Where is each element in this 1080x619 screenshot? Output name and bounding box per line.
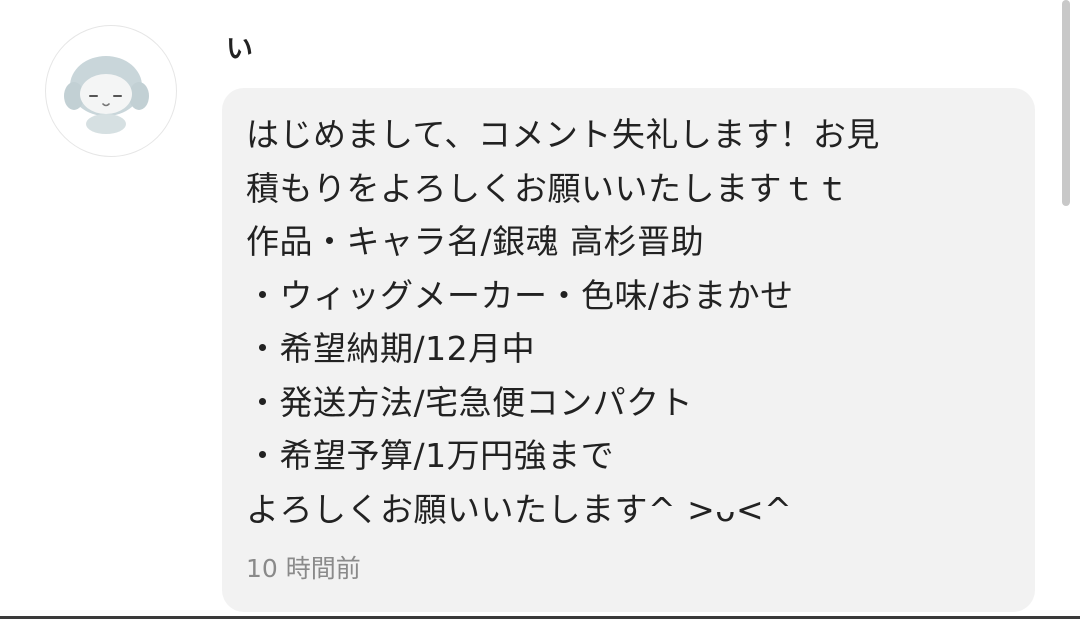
message-line: ・希望納期/12月中 xyxy=(246,329,536,368)
message-line: ・希望予算/1万円強まで xyxy=(246,436,615,475)
username[interactable]: い xyxy=(226,30,253,70)
message-line: 積もりをよろしくお願いいたしますｔｔ xyxy=(246,168,849,208)
comment-timestamp: 10 時間前 xyxy=(246,554,361,583)
message-line: ・発送方法/宅急便コンパクト xyxy=(246,382,694,422)
message-line: 作品・キャラ名/銀魂 高杉晋助 xyxy=(246,222,705,261)
message-line: ・ウィッグメーカー・色味/おまかせ xyxy=(246,275,794,315)
message-line: よろしくお願いいたします^ >ᴗ<^ xyxy=(246,489,793,529)
user-avatar[interactable] xyxy=(45,25,177,157)
character-avatar-icon xyxy=(64,56,149,134)
message-line: はじめまして、コメント失礼します！お見 xyxy=(246,115,880,154)
comment-screen: い はじめまして、コメント失礼します！お見 積もりをよろしくお願いいたしますｔｔ… xyxy=(0,0,1080,619)
comment-bubble: はじめまして、コメント失礼します！お見 積もりをよろしくお願いいたしますｔｔ 作… xyxy=(222,88,1035,612)
scrollbar[interactable] xyxy=(1062,0,1070,206)
comment-message: はじめまして、コメント失礼します！お見 積もりをよろしくお願いいたしますｔｔ 作… xyxy=(246,108,1015,536)
